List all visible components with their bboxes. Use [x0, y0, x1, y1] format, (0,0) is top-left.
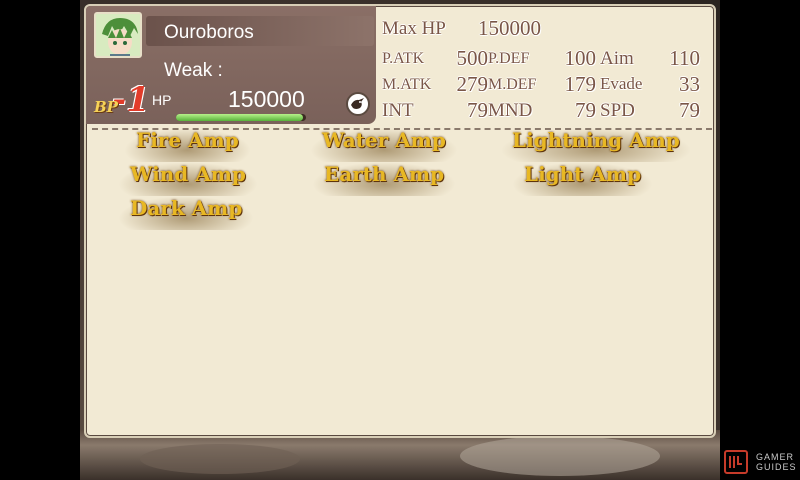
ability-water-amp[interactable]: Water Amp: [310, 128, 458, 162]
background-rock: [460, 436, 660, 476]
mnd-value: 79: [575, 98, 596, 122]
letterbox-left: [0, 0, 80, 480]
mnd-label: MND: [488, 100, 533, 121]
logo-text-line2: GUIDES: [756, 462, 797, 472]
mdef-value: 179: [564, 72, 597, 96]
stats-area: Max HP 150000 P.ATK 500 P.DEF 100 Aim 11…: [86, 6, 714, 128]
ability-light-amp[interactable]: Light Amp: [512, 162, 654, 196]
gamer-guides-logo-icon: [724, 450, 748, 474]
patk-value: 500: [456, 46, 489, 70]
spd-label: SPD: [600, 100, 635, 121]
background-rock: [140, 444, 300, 474]
aim-value: 110: [669, 46, 700, 70]
enemy-info-panel: Ouroboros Weak : -1 BP HP 150000 Max HP …: [84, 4, 716, 438]
evade-value: 33: [679, 72, 700, 96]
matk-value: 279: [456, 72, 489, 96]
ability-wind-amp[interactable]: Wind Amp: [118, 162, 258, 196]
ability-lightning-amp[interactable]: Lightning Amp: [500, 128, 692, 162]
spd-value: 79: [679, 98, 700, 122]
game-screen: Ouroboros Weak : -1 BP HP 150000 Max HP …: [80, 0, 720, 480]
aim-label: Aim: [600, 48, 634, 69]
logo-text-line1: GAMER: [756, 452, 795, 462]
max-hp-label: Max HP: [382, 18, 446, 39]
ability-fire-amp[interactable]: Fire Amp: [124, 128, 251, 162]
int-value: 79: [467, 98, 488, 122]
int-label: INT: [382, 100, 414, 121]
ability-dark-amp[interactable]: Dark Amp: [118, 196, 255, 230]
matk-label: M.ATK: [382, 76, 432, 93]
evade-label: Evade: [600, 74, 643, 93]
gamer-guides-logo: GAMER GUIDES: [724, 448, 800, 478]
ability-earth-amp[interactable]: Earth Amp: [312, 162, 457, 196]
pdef-label: P.DEF: [488, 50, 530, 67]
pdef-value: 100: [564, 46, 597, 70]
patk-label: P.ATK: [382, 50, 425, 67]
letterbox-right: [720, 0, 800, 480]
max-hp-value: 150000: [478, 16, 541, 40]
